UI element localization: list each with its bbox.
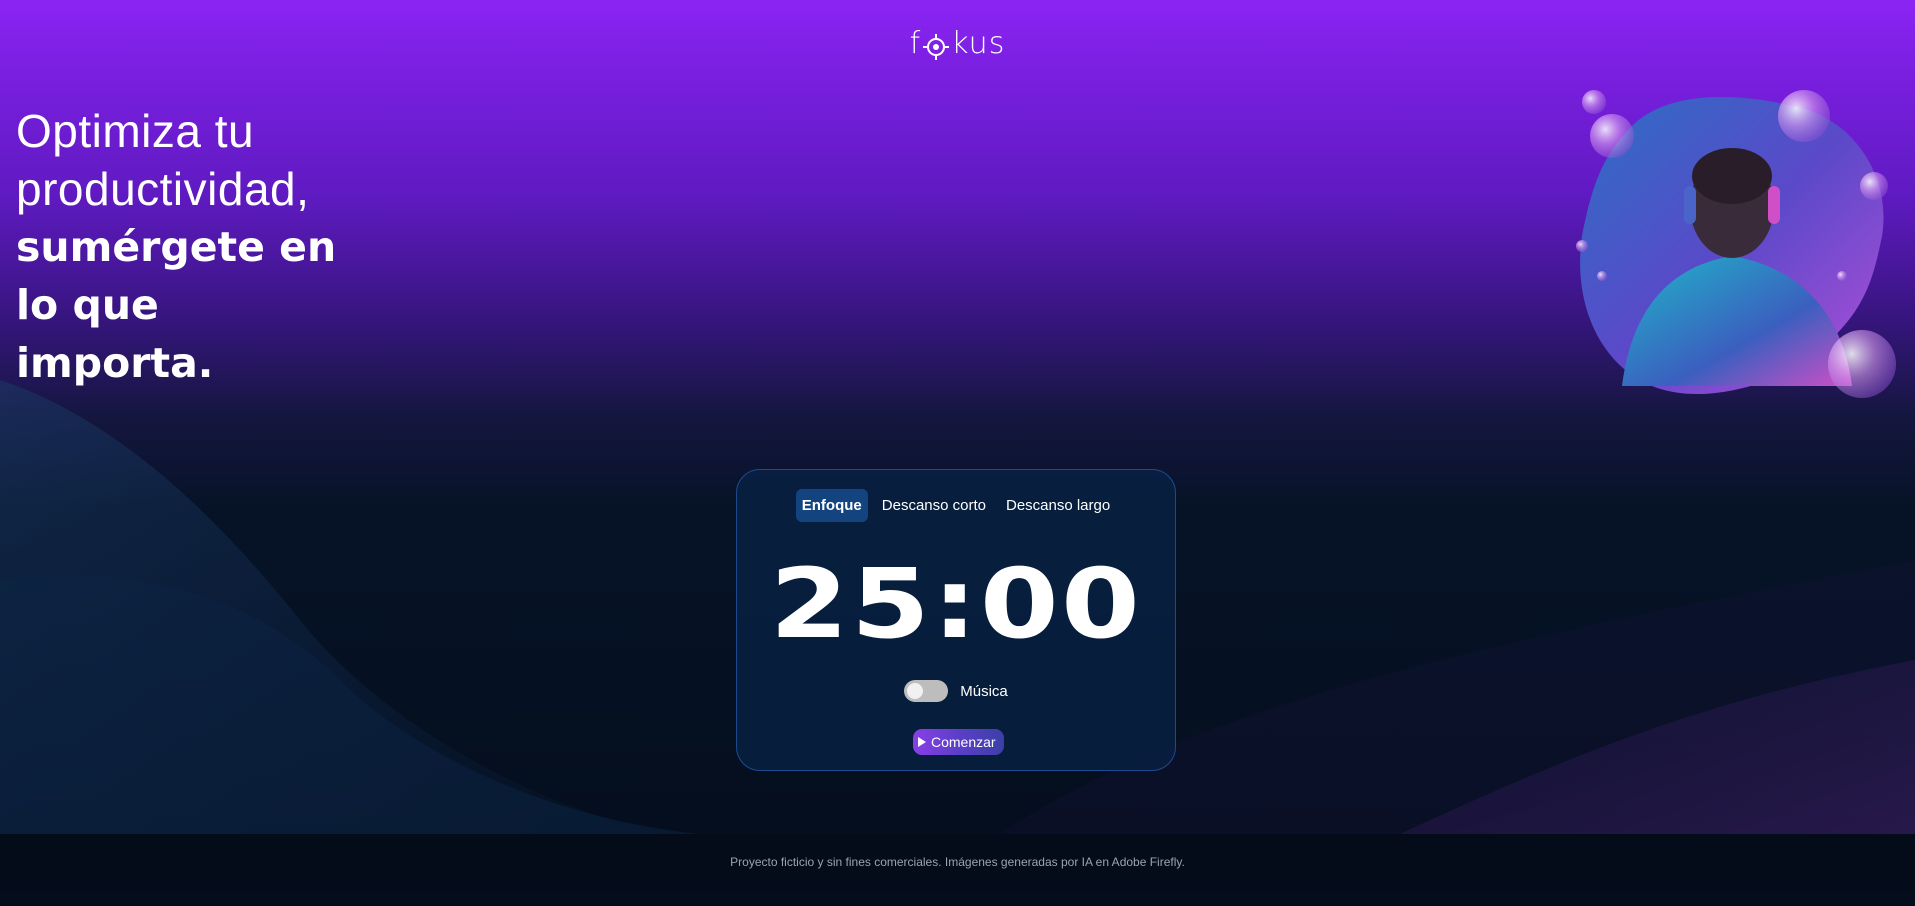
play-icon: [918, 737, 926, 747]
logo-text-end: kus: [951, 26, 1006, 61]
toggle-knob: [907, 683, 924, 699]
hero-line-1: Optimiza tu: [16, 105, 255, 157]
music-label: Música: [960, 682, 1008, 700]
tab-short-break[interactable]: Descanso corto: [876, 489, 992, 522]
logo-text-start: f: [909, 26, 922, 61]
timer-display: 25:00: [769, 548, 1143, 660]
music-toggle-row: Música: [737, 680, 1175, 702]
hero-line-2: productividad,: [16, 163, 310, 215]
pomodoro-card: Enfoque Descanso corto Descanso largo 25…: [736, 469, 1176, 771]
footer-disclaimer: Proyecto ficticio y sin fines comerciale…: [730, 855, 1185, 869]
hero-line-4: lo que: [16, 281, 159, 329]
tab-long-break[interactable]: Descanso largo: [1000, 489, 1116, 522]
footer: Proyecto ficticio y sin fines comerciale…: [0, 834, 1915, 890]
start-button[interactable]: Comenzar: [913, 729, 1004, 755]
target-icon: [922, 31, 950, 61]
mode-tabs: Enfoque Descanso corto Descanso largo: [737, 489, 1175, 522]
hero-illustration: [1576, 90, 1896, 398]
start-button-label: Comenzar: [931, 734, 996, 750]
hero-headline: Optimiza tu productividad, sumérgete en …: [16, 102, 396, 392]
header: f kus: [0, 26, 1915, 61]
fokus-logo[interactable]: f kus: [910, 26, 1006, 61]
music-toggle[interactable]: [904, 680, 949, 702]
hero-line-3: sumérgete en: [16, 223, 337, 271]
tab-focus[interactable]: Enfoque: [795, 489, 868, 522]
hero-line-5: importa.: [16, 339, 214, 387]
